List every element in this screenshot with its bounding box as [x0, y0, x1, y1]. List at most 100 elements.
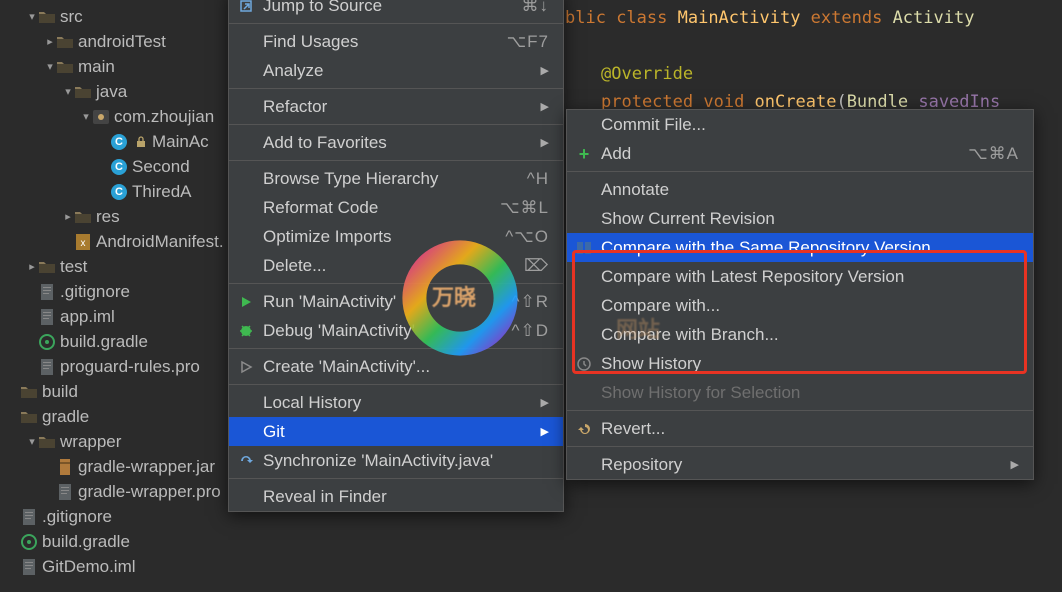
tree-item[interactable]: ▾ com.zhoujian — [0, 104, 230, 129]
menu-item-shortcut: ⌥F7 — [507, 32, 549, 52]
tree-item-label: gradle-wrapper.jar — [78, 457, 215, 477]
menu-item[interactable]: Debug 'MainActivity'^⇧D — [229, 316, 563, 345]
menu-item-label: Optimize Imports — [263, 227, 477, 247]
menu-item-label: Delete... — [263, 256, 496, 276]
tree-item-label: java — [96, 82, 127, 102]
menu-item[interactable]: Synchronize 'MainActivity.java' — [229, 446, 563, 475]
menu-item[interactable]: Repository▶ — [567, 450, 1033, 479]
menu-item[interactable]: Commit File... — [567, 110, 1033, 139]
menu-item-label: Show Current Revision — [601, 209, 1019, 229]
file-icon — [38, 359, 56, 375]
menu-item-label: Analyze — [263, 61, 523, 81]
package-icon — [92, 109, 110, 125]
tree-item[interactable]: ▾wrapper — [0, 429, 230, 454]
menu-item[interactable]: Compare with Branch... — [567, 320, 1033, 349]
menu-item[interactable]: Compare with the Same Repository Version — [567, 233, 1033, 262]
tree-item[interactable]: build — [0, 379, 230, 404]
tree-item[interactable]: .gitignore — [0, 504, 230, 529]
tree-item[interactable]: gradle — [0, 404, 230, 429]
tree-item[interactable]: gradle-wrapper.jar — [0, 454, 230, 479]
menu-item[interactable]: Reformat Code⌥⌘L — [229, 193, 563, 222]
tree-item[interactable]: ▸ androidTest — [0, 29, 230, 54]
tree-item[interactable]: .gitignore — [0, 279, 230, 304]
expand-arrow-icon[interactable]: ▸ — [62, 210, 74, 223]
submenu-arrow-icon: ▶ — [541, 136, 549, 149]
folder-icon — [38, 434, 56, 450]
gradle-icon — [38, 334, 56, 350]
tree-item-label: com.zhoujian — [114, 107, 214, 127]
menu-item[interactable]: Git▶ — [229, 417, 563, 446]
menu-item[interactable]: Create 'MainActivity'... — [229, 352, 563, 381]
menu-item[interactable]: Compare with Latest Repository Version — [567, 262, 1033, 291]
jump-icon — [237, 0, 255, 14]
menu-separator — [229, 384, 563, 385]
expand-arrow-icon[interactable]: ▾ — [62, 85, 74, 98]
context-menu[interactable]: Jump to Source⌘↓Find Usages⌥F7Analyze▶Re… — [228, 0, 564, 512]
menu-item[interactable]: Show History — [567, 349, 1033, 378]
menu-item[interactable]: Browse Type Hierarchy ^H — [229, 164, 563, 193]
menu-item-label: Run 'MainActivity' — [263, 292, 484, 312]
tree-item-label: res — [96, 207, 120, 227]
menu-item[interactable]: Analyze▶ — [229, 56, 563, 85]
tree-item-label: AndroidManifest. — [96, 232, 224, 252]
menu-item-label: Synchronize 'MainActivity.java' — [263, 451, 549, 471]
project-tree[interactable]: ▾src▸androidTest▾main▾java▾com.zhoujianC… — [0, 0, 230, 592]
menu-item-shortcut: ^H — [527, 169, 549, 189]
code-token: Activity — [893, 8, 975, 28]
code-token: MainActivity — [678, 8, 811, 28]
menu-item[interactable]: Refactor▶ — [229, 92, 563, 121]
tree-item[interactable]: GitDemo.iml — [0, 554, 230, 579]
expand-arrow-icon[interactable]: ▾ — [26, 435, 38, 448]
menu-separator — [229, 160, 563, 161]
tree-item[interactable]: app.iml — [0, 304, 230, 329]
tree-item[interactable]: CSecond — [0, 154, 230, 179]
tree-item[interactable]: x AndroidManifest. — [0, 229, 230, 254]
tree-item[interactable]: ▾src — [0, 4, 230, 29]
tree-item[interactable]: CThiredA — [0, 179, 230, 204]
tree-item[interactable]: proguard-rules.pro — [0, 354, 230, 379]
git-submenu[interactable]: Commit File...+Add⌥⌘A Annotate Show Curren… — [566, 109, 1034, 480]
menu-item[interactable]: Find Usages⌥F7 — [229, 27, 563, 56]
submenu-arrow-icon: ▶ — [541, 425, 549, 438]
tree-item[interactable]: gradle-wrapper.pro — [0, 479, 230, 504]
expand-arrow-icon[interactable]: ▸ — [44, 35, 56, 48]
tree-item-label: MainAc — [152, 132, 209, 152]
tree-item[interactable]: ▸ res — [0, 204, 230, 229]
menu-item[interactable]: Local History▶ — [229, 388, 563, 417]
svg-text:x: x — [81, 238, 86, 249]
tree-item-label: androidTest — [78, 32, 166, 52]
menu-item[interactable]: Revert... — [567, 414, 1033, 443]
expand-arrow-icon[interactable]: ▾ — [80, 110, 92, 123]
revert-icon — [575, 421, 593, 437]
menu-item-label: Reveal in Finder — [263, 487, 549, 507]
xml-icon: x — [74, 234, 92, 250]
tree-item[interactable]: ▸test — [0, 254, 230, 279]
expand-arrow-icon[interactable]: ▾ — [44, 60, 56, 73]
tree-item-label: app.iml — [60, 307, 115, 327]
tree-item[interactable]: build.gradle — [0, 529, 230, 554]
menu-item[interactable]: Jump to Source⌘↓ — [229, 0, 563, 20]
class-icon: C — [110, 134, 128, 150]
menu-item-shortcut: ⌥⌘A — [968, 144, 1019, 164]
tree-item[interactable]: C MainAc — [0, 129, 230, 154]
menu-item[interactable]: Add to Favorites▶ — [229, 128, 563, 157]
menu-item[interactable]: Annotate — [567, 175, 1033, 204]
menu-item[interactable]: +Add⌥⌘A — [567, 139, 1033, 168]
menu-item[interactable]: Delete...⌦ — [229, 251, 563, 280]
menu-item[interactable]: Run 'MainActivity'^⇧R — [229, 287, 563, 316]
menu-item[interactable]: Show Current Revision — [567, 204, 1033, 233]
menu-item[interactable]: Compare with... — [567, 291, 1033, 320]
tree-item[interactable]: build.gradle — [0, 329, 230, 354]
folder-plain-icon — [20, 409, 38, 425]
debug-icon — [237, 323, 255, 339]
tree-item[interactable]: ▾ java — [0, 79, 230, 104]
menu-item[interactable]: Reveal in Finder — [229, 482, 563, 511]
expand-arrow-icon[interactable]: ▾ — [26, 10, 38, 23]
menu-item[interactable]: Optimize Imports^⌥O — [229, 222, 563, 251]
menu-separator — [567, 410, 1033, 411]
menu-item-label: Browse Type Hierarchy — [263, 169, 499, 189]
menu-item-label: Show History for Selection — [601, 383, 1019, 403]
tree-item[interactable]: ▾main — [0, 54, 230, 79]
expand-arrow-icon[interactable]: ▸ — [26, 260, 38, 273]
gradle-icon — [20, 534, 38, 550]
